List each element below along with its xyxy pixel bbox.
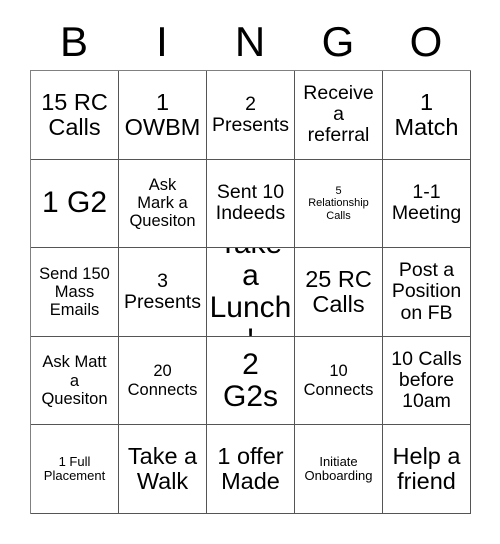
bingo-cell-r4c1[interactable]: Ask Matt a Quesiton (31, 336, 119, 426)
bingo-cell-label: 25 RC Calls (305, 266, 372, 317)
bingo-cell-r3c4[interactable]: 25 RC Calls (295, 248, 383, 337)
bingo-header-letter-n: N (234, 18, 266, 65)
bingo-cell-label: Ask Mark a Quesiton (129, 176, 196, 231)
bingo-cell-r2c1[interactable]: 1 G2 (31, 159, 119, 249)
bingo-cell-label: 10 Calls before 10am (391, 348, 462, 413)
bingo-cell-r5c4[interactable]: Initiate Onboarding (295, 425, 383, 514)
bingo-cell-r2c4[interactable]: 5 Relationship Calls (295, 159, 383, 249)
bingo-cell-label: 2 Presents (212, 92, 289, 136)
bingo-cell-r3c2[interactable]: 3 Presents (119, 248, 207, 337)
bingo-cell-label: 1 Match (394, 88, 459, 140)
bingo-cell-r5c3[interactable]: 1 offer Made (207, 425, 295, 514)
bingo-cell-label: Post a Position on FB (391, 259, 462, 324)
bingo-card: B I N G O 15 RC Calls 1 OWBM 2 Presents Receive… (0, 0, 500, 544)
bingo-cell-label: 1 Full Placement (43, 453, 106, 484)
bingo-cell-label: 15 RC Calls (41, 88, 108, 140)
bingo-cell-r3c3[interactable]: Take a Lunch! (207, 248, 295, 337)
bingo-cell-r1c4[interactable]: Receive a referral (295, 71, 383, 160)
bingo-cell-label: 10 Connects (303, 362, 374, 399)
bingo-cell-r1c2[interactable]: 1 OWBM (119, 71, 207, 160)
bingo-cell-label: 1-1 Meeting (391, 181, 462, 225)
bingo-cell-label: 2 G2s (222, 347, 279, 413)
bingo-cell-label: Send 150 Mass Emails (39, 264, 110, 320)
bingo-cell-r5c1[interactable]: 1 Full Placement (31, 425, 119, 514)
bingo-cell-label: Take a Walk (127, 443, 198, 495)
bingo-cell-r1c1[interactable]: 15 RC Calls (31, 71, 119, 160)
bingo-grid: 15 RC Calls 1 OWBM 2 Presents Receive a ref… (30, 70, 471, 514)
bingo-cell-label: 1 G2 (41, 186, 108, 220)
bingo-cell-r4c3[interactable]: 2 G2s (207, 336, 295, 426)
bingo-cell-label: 1 OWBM (124, 88, 201, 140)
bingo-cell-label: Help a friend (392, 443, 461, 495)
bingo-header-letter-i: I (156, 18, 168, 65)
bingo-header-letter-b: B (59, 18, 88, 65)
bingo-cell-label: 5 Relationship Calls (308, 184, 369, 222)
bingo-cell-r2c3[interactable]: Sent 10 Indeeds (207, 159, 295, 249)
bingo-cell-label: 3 Presents (124, 269, 201, 313)
bingo-cell-r4c2[interactable]: 20 Connects (119, 336, 207, 426)
bingo-cell-label: Take a Lunch! (209, 248, 292, 336)
bingo-header-letter-o: O (409, 18, 443, 65)
bingo-cell-r4c4[interactable]: 10 Connects (295, 336, 383, 426)
bingo-header-letter-g: G (321, 18, 355, 65)
bingo-cell-r3c5[interactable]: Post a Position on FB (383, 248, 471, 337)
bingo-cell-r2c5[interactable]: 1-1 Meeting (383, 159, 471, 249)
bingo-cell-r1c3[interactable]: 2 Presents (207, 71, 295, 160)
bingo-cell-label: Receive a referral (303, 82, 374, 147)
bingo-cell-label: Initiate Onboarding (304, 453, 373, 484)
bingo-cell-r3c1[interactable]: Send 150 Mass Emails (31, 248, 119, 337)
bingo-cell-label: 1 offer Made (217, 443, 284, 495)
bingo-cell-r5c5[interactable]: Help a friend (383, 425, 471, 514)
bingo-cell-r4c5[interactable]: 10 Calls before 10am (383, 336, 471, 426)
bingo-header: BINGO (30, 14, 470, 70)
bingo-cell-label: 20 Connects (127, 362, 198, 399)
bingo-cell-r5c2[interactable]: Take a Walk (119, 425, 207, 514)
bingo-cell-r1c5[interactable]: 1 Match (383, 71, 471, 160)
bingo-cell-label: Sent 10 Indeeds (215, 181, 286, 225)
bingo-cell-label: Ask Matt a Quesiton (41, 353, 108, 408)
bingo-cell-r2c2[interactable]: Ask Mark a Quesiton (119, 159, 207, 249)
